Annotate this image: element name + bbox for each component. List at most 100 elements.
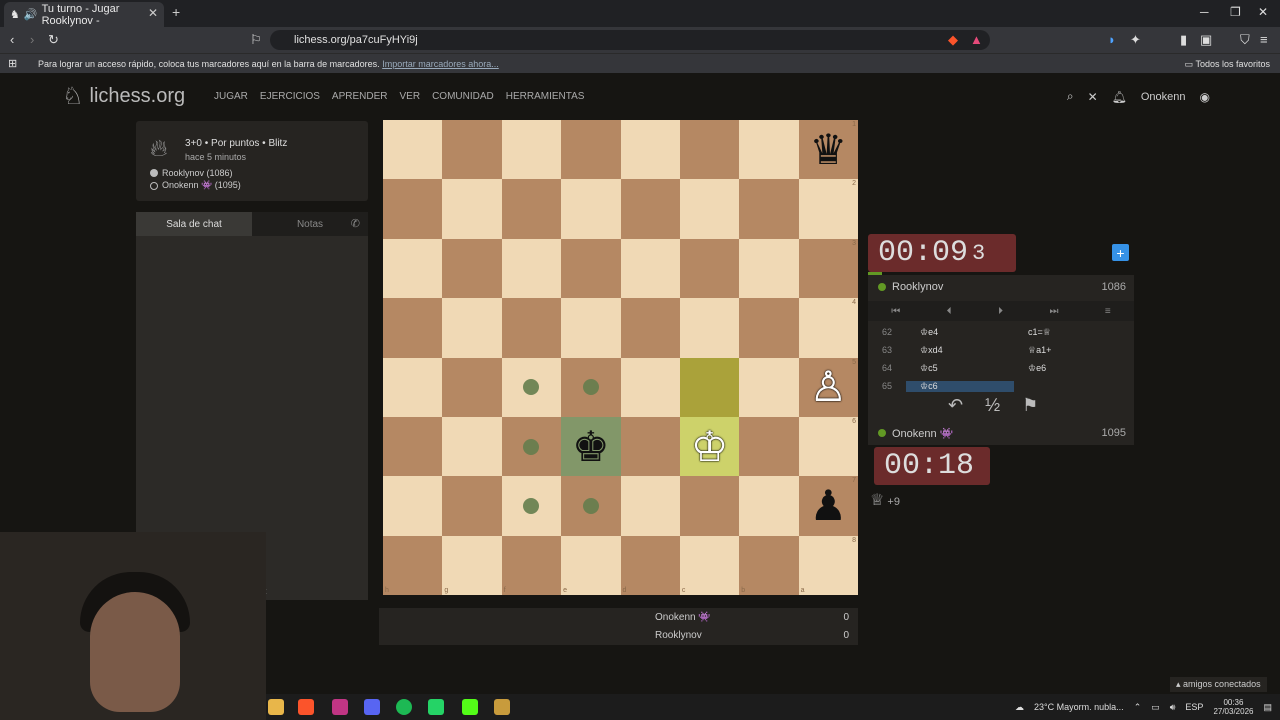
square-f2[interactable]	[501, 179, 562, 239]
square-a8[interactable]: 8a	[798, 535, 858, 595]
square-c7[interactable]	[679, 476, 740, 536]
square-c2[interactable]	[679, 179, 740, 239]
import-bookmarks-link[interactable]: Importar marcadores ahora...	[382, 59, 499, 69]
move-destination-dot[interactable]	[523, 438, 540, 455]
bookmark-icon[interactable]: ⚐	[250, 32, 262, 48]
resign-flag-icon[interactable]: ⚑	[1022, 395, 1038, 416]
square-b4[interactable]	[739, 298, 799, 358]
square-h8[interactable]: h	[383, 535, 443, 595]
square-d4[interactable]	[620, 298, 680, 358]
square-g3[interactable]	[442, 238, 502, 299]
close-tab-icon[interactable]: ✕	[148, 6, 158, 20]
brave-rewards-icon[interactable]: ▲	[970, 32, 983, 47]
challenge-icon[interactable]: ✕	[1088, 90, 1098, 104]
black-move[interactable]: ♕a1+	[1014, 345, 1122, 356]
square-g2[interactable]	[442, 179, 502, 239]
square-f8[interactable]: f	[501, 535, 562, 595]
square-e7[interactable]	[561, 476, 621, 536]
move-menu-icon[interactable]: ≡	[1105, 306, 1111, 317]
nav-play[interactable]: JUGAR	[214, 91, 248, 102]
kick-icon[interactable]	[462, 699, 478, 715]
square-e2[interactable]	[561, 179, 621, 239]
square-d5[interactable]	[620, 357, 680, 417]
black-player-info[interactable]: Onokenn 👾 (1095)	[150, 180, 241, 191]
white-piece-a5[interactable]: ♙	[809, 366, 847, 408]
square-f5[interactable]	[501, 357, 562, 417]
extensions-icon[interactable]: ✦	[1130, 32, 1141, 48]
square-a3[interactable]: 3	[798, 238, 858, 299]
square-d8[interactable]: d	[620, 535, 680, 595]
menu-icon[interactable]: ≡	[1260, 32, 1268, 47]
square-g4[interactable]	[442, 298, 502, 358]
address-bar[interactable]: lichess.org/pa7cuFyHYi9j	[270, 30, 990, 50]
move-destination-dot[interactable]	[523, 497, 540, 514]
minimize-icon[interactable]: ─	[1200, 5, 1209, 19]
black-move[interactable]: ♔e6	[1014, 363, 1122, 374]
leo-icon[interactable]: ◗	[1108, 32, 1116, 47]
draw-offer-icon[interactable]: ½	[985, 395, 1000, 416]
square-c5[interactable]	[679, 357, 740, 417]
square-b2[interactable]	[739, 179, 799, 239]
wallet-icon[interactable]: ▣	[1200, 32, 1212, 48]
square-h2[interactable]	[383, 179, 443, 239]
square-e1[interactable]	[561, 120, 621, 180]
league-icon[interactable]	[494, 699, 510, 715]
square-f3[interactable]	[501, 238, 562, 299]
white-move[interactable]: ♔c5	[906, 363, 1014, 374]
reload-icon[interactable]: ↻	[48, 32, 59, 48]
restore-icon[interactable]: ❐	[1230, 5, 1241, 19]
discord-icon[interactable]	[364, 699, 380, 715]
square-h3[interactable]	[383, 238, 443, 299]
friends-online[interactable]: ▴ amigos conectados	[1170, 677, 1267, 692]
square-e6[interactable]: ♚	[561, 416, 621, 477]
square-d3[interactable]	[620, 238, 680, 299]
language-indicator[interactable]: ESP	[1185, 702, 1203, 712]
back-icon[interactable]: ‹	[10, 32, 14, 47]
weather-icon[interactable]: ☁	[1015, 702, 1024, 713]
apps-grid-icon[interactable]: ⊞	[8, 57, 17, 70]
white-player-info[interactable]: Rooklynov (1086)	[150, 168, 233, 178]
voice-call-icon[interactable]: ✆	[351, 217, 360, 230]
square-a1[interactable]: 1 ♛	[798, 120, 858, 180]
square-b7[interactable]	[739, 476, 799, 536]
square-f4[interactable]	[501, 298, 562, 358]
square-g8[interactable]: g	[442, 535, 502, 595]
move-destination-dot[interactable]	[523, 379, 540, 396]
user-avatar-icon[interactable]: ◉	[1200, 90, 1210, 104]
square-d7[interactable]	[620, 476, 680, 536]
square-b6[interactable]	[739, 416, 799, 477]
brave-shield-icon[interactable]: ◆	[948, 32, 958, 48]
browser-tab[interactable]: ♞ 🔊 Tu turno - Jugar Rooklynov - ✕	[4, 2, 164, 27]
nav-community[interactable]: COMUNIDAD	[432, 91, 494, 102]
square-h4[interactable]	[383, 298, 443, 358]
notification-bell-icon[interactable]: 🔔︎	[1112, 90, 1127, 104]
prev-move-icon[interactable]: ⏴	[947, 306, 952, 317]
square-c4[interactable]	[679, 298, 740, 358]
instagram-icon[interactable]	[332, 699, 348, 715]
black-piece-e6[interactable]: ♚	[572, 425, 610, 468]
square-b8[interactable]: b	[739, 535, 799, 595]
black-piece-a7[interactable]: ♟	[809, 484, 847, 527]
white-move[interactable]: ♔e4	[906, 327, 1014, 338]
square-e3[interactable]	[561, 238, 621, 299]
square-g1[interactable]	[442, 120, 502, 180]
weather-text[interactable]: 23°C Mayorm. nubla...	[1034, 702, 1124, 712]
whatsapp-icon[interactable]	[428, 699, 444, 715]
square-b3[interactable]	[739, 238, 799, 299]
square-e4[interactable]	[561, 298, 621, 358]
move-destination-dot[interactable]	[582, 379, 599, 396]
square-f1[interactable]	[501, 120, 562, 180]
square-f7[interactable]	[501, 476, 562, 536]
network-icon[interactable]: ▭	[1151, 702, 1160, 713]
add-time-button[interactable]: +	[1112, 244, 1129, 261]
square-b1[interactable]	[739, 120, 799, 180]
black-piece-a1[interactable]: ♛	[809, 128, 847, 171]
square-g6[interactable]	[442, 416, 502, 477]
move-destination-dot[interactable]	[582, 497, 599, 514]
close-window-icon[interactable]: ✕	[1258, 5, 1268, 19]
takeback-icon[interactable]: ↶	[948, 395, 963, 416]
white-move[interactable]: ♔xd4	[906, 345, 1014, 356]
square-d6[interactable]	[620, 416, 680, 477]
square-c6[interactable]: ♔	[679, 416, 740, 477]
user-name[interactable]: Onokenn	[1141, 91, 1186, 103]
